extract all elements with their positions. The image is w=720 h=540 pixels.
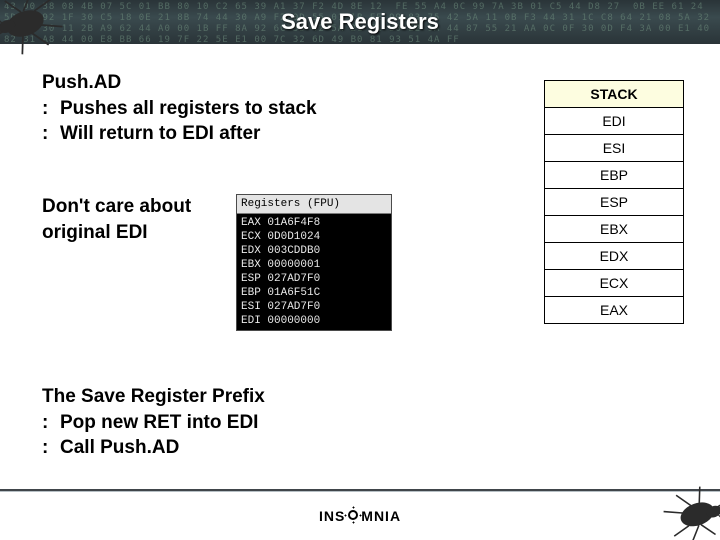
footer-rule	[0, 489, 720, 492]
bullet-text: Will return to EDI after	[60, 123, 260, 144]
register-row: ESI 027AD7F0	[241, 300, 387, 314]
stack-cell: EDX	[544, 242, 684, 270]
register-row: EBP 01A6F51C	[241, 286, 387, 300]
register-row: EAX 01A6F4F8	[241, 216, 387, 230]
stack-cell: EBX	[544, 215, 684, 243]
content-area: Push.AD : Pushes all registers to stack …	[0, 44, 720, 494]
bullet-marker: :	[42, 96, 48, 122]
title-banner: Save Registers	[0, 0, 720, 44]
bullet-item: : Call Push.AD	[42, 435, 382, 461]
bullet-text: Pop new RET into EDI	[60, 412, 258, 433]
stack-cell: EBP	[544, 161, 684, 189]
bullet-marker: :	[42, 121, 48, 147]
brand-text-left: INS	[319, 508, 345, 524]
stack-header: STACK	[544, 80, 684, 108]
pushad-block: Push.AD : Pushes all registers to stack …	[42, 70, 402, 147]
stack-cell: ESI	[544, 134, 684, 162]
stack-diagram: STACK EDIESIEBPESPEBXEDXECXEAX	[544, 80, 684, 323]
registers-panel-header: Registers (FPU)	[237, 195, 391, 214]
bullet-marker: :	[42, 410, 48, 436]
bullet-item: : Pop new RET into EDI	[42, 410, 382, 436]
register-row: EBX 00000001	[241, 258, 387, 272]
bullet-text: Pushes all registers to stack	[60, 98, 317, 119]
bullet-text: Call Push.AD	[60, 437, 179, 458]
prefix-heading: The Save Register Prefix	[42, 384, 382, 410]
bullet-item: : Will return to EDI after	[42, 121, 402, 147]
prefix-block: The Save Register Prefix : Pop new RET i…	[42, 384, 382, 461]
slide-title: Save Registers	[0, 0, 720, 44]
registers-panel-body: EAX 01A6F4F8ECX 0D0D1024EDX 003CDDB0EBX …	[237, 214, 391, 330]
slide: Save Registers Push.AD : Pushes all regi…	[0, 0, 720, 540]
dont-care-block: Don't care about original EDI	[42, 194, 222, 245]
bullet-item: : Pushes all registers to stack	[42, 96, 402, 122]
register-row: EDX 003CDDB0	[241, 244, 387, 258]
text-line: original EDI	[42, 220, 222, 246]
register-row: ESP 027AD7F0	[241, 272, 387, 286]
footer-brand: INS MNIA	[0, 507, 720, 524]
pushad-heading: Push.AD	[42, 70, 402, 96]
stack-cell: EAX	[544, 296, 684, 324]
stack-cell: ECX	[544, 269, 684, 297]
text-line: Don't care about	[42, 194, 222, 220]
stack-cell: ESP	[544, 188, 684, 216]
brand-text-right: MNIA	[361, 508, 401, 524]
bullet-marker: :	[42, 435, 48, 461]
registers-panel: Registers (FPU) EAX 01A6F4F8ECX 0D0D1024…	[236, 194, 392, 331]
register-row: EDI 00000000	[241, 314, 387, 328]
stack-cell: EDI	[544, 107, 684, 135]
register-row: ECX 0D0D1024	[241, 230, 387, 244]
sun-icon	[345, 507, 361, 523]
